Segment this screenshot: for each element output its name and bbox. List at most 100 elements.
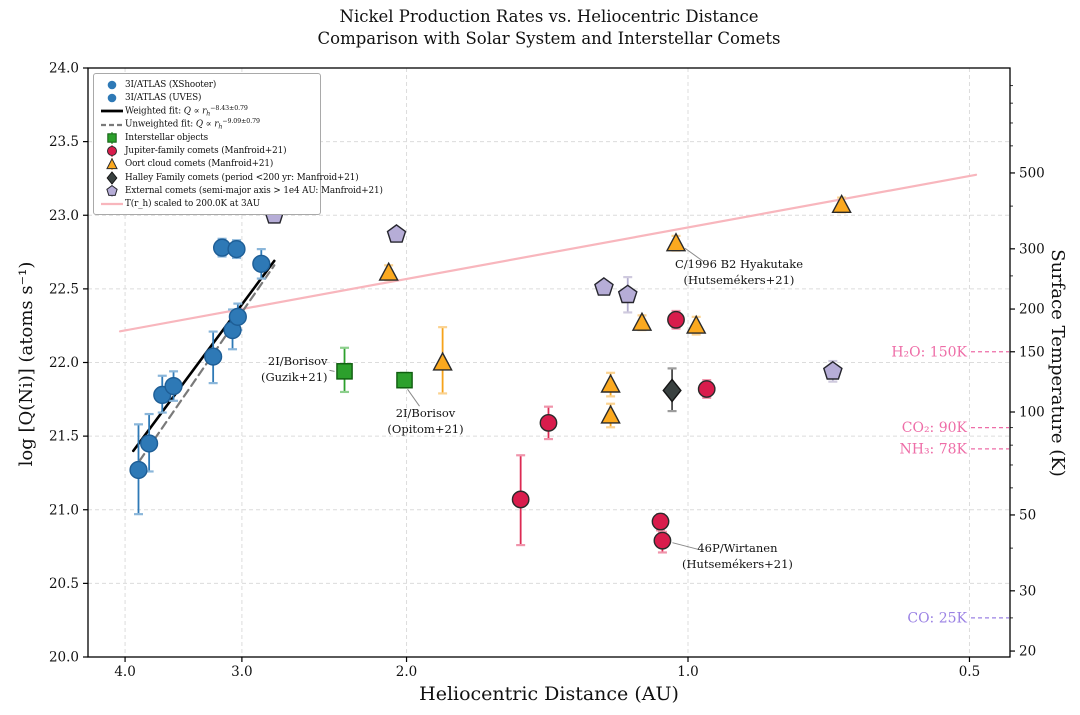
- y-left-tick-label: 21.5: [49, 429, 79, 445]
- legend-marker-glyph: [107, 172, 117, 184]
- sublimation-label-CO: CO: 25K: [907, 610, 967, 626]
- legend-label-segment: Oort cloud comets (Manfroid+21): [125, 159, 273, 169]
- legend-item: Interstellar objects: [99, 131, 315, 144]
- legend-marker-pentagon: [99, 184, 125, 198]
- legend-label-segment: ∝: [191, 106, 202, 116]
- annotation-line: C/1996 B2 Hyakutake: [675, 256, 803, 272]
- legend-marker-diamond: [99, 171, 125, 185]
- legend-marker-cell: [99, 197, 125, 211]
- legend-item: Jupiter-family comets (Manfroid+21): [99, 144, 315, 157]
- legend-label-segment: 3I/ATLAS (UVES): [125, 93, 201, 103]
- legend-item: Halley Family comets (period <200 yr: Ma…: [99, 171, 315, 184]
- data-point-marker: [229, 308, 246, 325]
- x-tick-label: 0.5: [959, 664, 980, 680]
- series-oort-cloud-comets-manfroid-21-: [380, 195, 851, 427]
- right-axis-label: Surface Temperature (K): [1044, 213, 1068, 513]
- data-point-marker: [141, 435, 158, 452]
- data-point-marker: [619, 285, 637, 302]
- y-axis-label: log [Q(Ni)] (atoms s⁻¹): [16, 214, 40, 514]
- y-right-tick-label: 100: [1019, 405, 1045, 421]
- y-left-tick-label: 23.0: [49, 208, 79, 224]
- legend-item-label: Unweighted fit: Q ∝ rh−9.09±0.79: [125, 118, 260, 131]
- legend-marker-pink-line: [99, 197, 125, 211]
- data-point-marker: [654, 532, 670, 548]
- data-point-marker: [668, 312, 684, 328]
- x-tick-label: 1.0: [677, 664, 698, 680]
- data-point-marker: [380, 263, 398, 280]
- legend-item: External comets (semi-major axis > 1e4 A…: [99, 184, 315, 197]
- series-halley-family-comets-period-200-yr-manfroid-21-: [663, 368, 681, 411]
- data-point-marker: [337, 364, 352, 379]
- x-axis-label: Heliocentric Distance (AU): [9, 683, 1080, 705]
- data-point-marker: [698, 381, 714, 397]
- legend-label-segment: Q: [184, 106, 191, 116]
- data-point-marker: [633, 313, 651, 330]
- y-right-tick-label: 300: [1019, 241, 1045, 257]
- legend-item: Weighted fit: Q ∝ rh−8.43±0.79: [99, 105, 315, 118]
- y-left-tick-label: 20.0: [49, 650, 79, 666]
- annotation-label: C/1996 B2 Hyakutake(Hutsemékers+21): [675, 256, 803, 288]
- legend-marker-solid-line: [99, 104, 125, 118]
- legend-marker-glyph: [108, 94, 117, 103]
- annotation-line: (Guzik+21): [261, 369, 328, 385]
- legend-label-segment: Unweighted fit:: [125, 120, 196, 130]
- data-point-marker: [253, 255, 270, 272]
- data-point-marker: [595, 278, 613, 295]
- legend: 3I/ATLAS (XShooter) 3I/ATLAS (UVES) Weight…: [93, 73, 321, 215]
- legend-item-label: Oort cloud comets (Manfroid+21): [125, 159, 273, 169]
- legend-label-segment: ∝: [203, 120, 214, 130]
- annotation-label: 2I/Borisov(Opitom+21): [387, 405, 463, 437]
- y-left-tick-label: 20.5: [49, 576, 79, 592]
- legend-label-segment: Q: [196, 120, 203, 130]
- y-left-tick-label: 22.0: [49, 355, 79, 371]
- legend-item-label: External comets (semi-major axis > 1e4 A…: [125, 186, 383, 196]
- legend-label-segment: Halley Family comets (period <200 yr: Ma…: [125, 173, 359, 183]
- data-point-marker: [205, 348, 222, 365]
- y-right-tick-label: 500: [1019, 165, 1045, 181]
- annotation-line: 2I/Borisov: [261, 353, 328, 369]
- legend-marker-dot: [99, 78, 125, 92]
- legend-item-label: 3I/ATLAS (XShooter): [125, 80, 216, 90]
- legend-label-segment: T(r_h) scaled to 200.0K at 3AU: [125, 199, 260, 209]
- x-tick-label: 4.0: [114, 664, 135, 680]
- legend-marker-cell: [99, 104, 125, 118]
- legend-label-segment: Jupiter-family comets (Manfroid+21): [125, 146, 286, 156]
- data-point-marker: [165, 378, 182, 395]
- chart-canvas: Nickel Production Rates vs. Heliocentric…: [0, 0, 1080, 715]
- legend-item-label: Halley Family comets (period <200 yr: Ma…: [125, 173, 359, 183]
- annotation-line: 2I/Borisov: [387, 405, 463, 421]
- legend-marker-cell: [99, 144, 125, 158]
- annotation-line: 46P/Wirtanen: [682, 540, 793, 556]
- data-point-marker: [434, 353, 452, 370]
- data-point-marker: [667, 234, 685, 251]
- annotation-line: (Opitom+21): [387, 421, 463, 437]
- y-left-tick-label: 23.5: [49, 134, 79, 150]
- legend-marker-glyph: [108, 147, 117, 156]
- legend-label-segment: −8.43±0.79: [210, 105, 248, 112]
- legend-marker-glyph: [108, 134, 116, 142]
- y-left-tick-label: 24.0: [49, 61, 79, 77]
- legend-marker-cell: [99, 184, 125, 198]
- annotation-line: (Hutsemékers+21): [682, 556, 793, 572]
- legend-label-segment: Interstellar objects: [125, 133, 208, 143]
- data-point-marker: [687, 316, 705, 333]
- data-point-marker: [130, 462, 147, 479]
- legend-marker-cell: [99, 118, 125, 132]
- series-jupiter-family-comets-manfroid-21-: [512, 311, 714, 552]
- sublimation-label-H2O: H₂O: 150K: [891, 344, 967, 360]
- data-point-marker: [388, 225, 406, 242]
- data-point-marker: [397, 373, 412, 388]
- legend-item-label: Interstellar objects: [125, 133, 208, 143]
- legend-marker-cell: [99, 78, 125, 92]
- y-right-tick-label: 30: [1019, 583, 1036, 599]
- legend-marker-cell: [99, 171, 125, 185]
- annotation-label: 2I/Borisov(Guzik+21): [261, 353, 328, 385]
- legend-marker-dashed-line: [99, 118, 125, 132]
- legend-marker-dot: [99, 91, 125, 105]
- legend-item-label: 3I/ATLAS (UVES): [125, 93, 201, 103]
- series-interstellar-objects: [337, 348, 412, 392]
- legend-marker-glyph: [108, 80, 117, 89]
- annotation-line: (Hutsemékers+21): [675, 272, 803, 288]
- legend-item: T(r_h) scaled to 200.0K at 3AU: [99, 198, 315, 211]
- y-left-tick-label: 21.0: [49, 502, 79, 518]
